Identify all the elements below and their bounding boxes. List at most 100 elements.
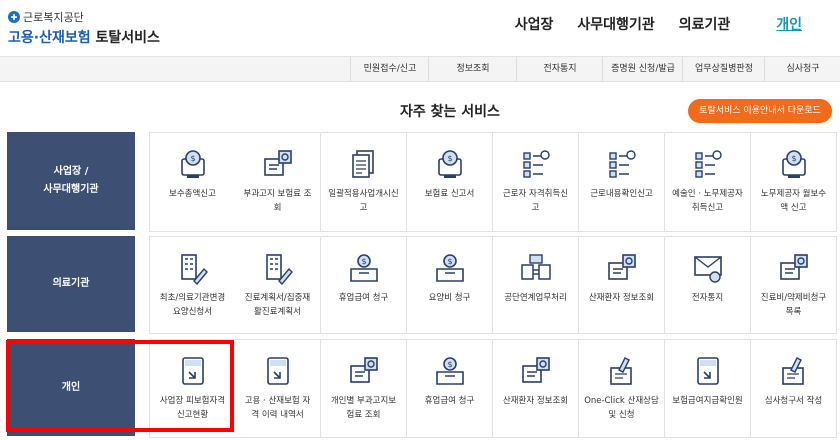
pen-doc-icon <box>777 354 811 388</box>
service-item-business-3[interactable]: 일괄적용사업개시신 고 <box>321 132 407 232</box>
service-item-label: 부과고지 보험료 조 회 <box>243 189 312 213</box>
service-item-label: 근로자 자격취득신 고 <box>502 189 569 213</box>
service-item-personal-3[interactable]: 개인별 부과고지보 험료 조회 <box>321 339 407 438</box>
row-label-text: 의료기관 <box>52 278 90 289</box>
document-search-icon <box>261 147 295 181</box>
building-pen-icon <box>261 251 295 286</box>
service-item-label: 요양비 청구 <box>428 293 471 303</box>
download-doc-icon <box>261 354 295 388</box>
checklist-icon <box>605 147 639 181</box>
coin-box-icon: $ <box>347 251 381 285</box>
row-label-business: 사업장 / 사무대행기관 <box>7 132 135 230</box>
download-doc-icon <box>691 354 725 388</box>
submenu-review[interactable]: 심사청구 <box>764 57 840 81</box>
service-item-label: 보험급여지급확인원 <box>672 396 743 406</box>
site-logo[interactable]: ✚ 근로복지공단 고용·산재보험 토탈서비스 <box>8 9 160 47</box>
service-item-label: 진료계획서/집중재 활진료계획서 <box>244 293 311 317</box>
nav-agency[interactable]: 사무대행기관 <box>577 14 654 34</box>
service-item-business-7[interactable]: 예술인 · 노무제공자 취득신고 <box>665 132 751 232</box>
service-item-personal-6[interactable]: One-Click 산재상담 및 신청 <box>579 339 665 438</box>
submenu-certificate[interactable]: 증명원 신청/발급 <box>602 57 683 81</box>
svg-text:$: $ <box>791 154 796 163</box>
service-item-medical-8[interactable]: 진료비/약제비청구 목록 <box>751 236 837 334</box>
nav-medical[interactable]: 의료기관 <box>679 14 731 34</box>
service-item-label: 휴업급여 청구 <box>338 293 389 303</box>
svg-text:$: $ <box>190 154 195 163</box>
svg-text:$: $ <box>447 360 452 369</box>
service-item-label: 휴업급여 청구 <box>424 396 475 406</box>
service-item-business-5[interactable]: 근로자 자격취득신 고 <box>493 132 579 232</box>
top-nav: 사업장 사무대행기관 의료기관 개인 <box>515 14 840 34</box>
service-item-label: 최초/의료기관변경 요양신청서 <box>159 293 226 317</box>
checklist-icon <box>519 147 553 181</box>
service-item-business-6[interactable]: 근로내용확인신고 <box>579 132 665 232</box>
exchange-icon <box>519 251 553 285</box>
guide-download-button[interactable]: 토탈서비스 이용안내서 다운로드 <box>688 99 832 123</box>
svg-text:$: $ <box>361 257 366 266</box>
service-item-medical-1[interactable]: 최초/의료기관변경 요양신청서 <box>149 236 236 334</box>
service-item-business-1[interactable]: $ 보수총액신고 <box>149 132 236 232</box>
service-item-personal-7[interactable]: 보험급여지급확인원 <box>665 339 751 438</box>
service-item-medical-2[interactable]: 진료계획서/집중재 활진료계획서 <box>235 236 321 334</box>
monitor-coin-icon: $ <box>777 147 811 181</box>
service-item-label: One-Click 산재상담 및 신청 <box>584 396 659 420</box>
submenu-civil[interactable]: 민원접수/신고 <box>350 57 429 81</box>
document-search-icon <box>605 251 639 285</box>
site-title: 고용·산재보험 토탈서비스 <box>8 27 160 47</box>
service-item-label: 산재환자 정보조회 <box>588 293 655 303</box>
monitor-coin-icon: $ <box>176 147 210 181</box>
service-item-medical-5[interactable]: 공단연계업무처리 <box>493 236 579 334</box>
site-title-service: 토탈서비스 <box>95 30 160 46</box>
highlight-box <box>6 340 234 432</box>
service-item-label: 공단연계업무처리 <box>504 293 567 303</box>
nav-personal[interactable]: 개인 <box>776 14 802 34</box>
service-item-business-2[interactable]: 부과고지 보험료 조 회 <box>235 132 321 232</box>
service-item-medical-3[interactable]: $ 휴업급여 청구 <box>321 236 407 334</box>
service-item-personal-5[interactable]: 산재환자 정보조회 <box>493 339 579 438</box>
pen-doc-icon <box>605 354 639 388</box>
service-item-personal-8[interactable]: 심사청구서 작성 <box>751 339 837 438</box>
coin-box-icon: $ <box>433 251 467 285</box>
logo-mark-icon: ✚ <box>8 11 20 23</box>
row-label-medical: 의료기관 <box>7 236 135 332</box>
service-item-label: 일괄적용사업개시신 고 <box>328 189 399 213</box>
org-name-line: ✚ 근로복지공단 <box>8 9 160 25</box>
nav-business[interactable]: 사업장 <box>515 14 554 34</box>
service-item-label: 보험료 신고서 <box>424 189 475 199</box>
building-pen-icon <box>176 251 210 286</box>
service-item-label: 예술인 · 노무제공자 취득신고 <box>672 189 743 213</box>
checklist-icon <box>691 147 725 181</box>
submenu-notice[interactable]: 전자통지 <box>516 57 603 81</box>
submenu-info[interactable]: 정보조회 <box>428 57 517 81</box>
coin-box-icon: $ <box>433 354 467 388</box>
service-item-business-8[interactable]: $ 노무제공자 월보수 액 신고 <box>751 132 837 232</box>
document-search-icon <box>347 354 381 388</box>
document-stack-icon <box>347 147 381 181</box>
service-item-label: 근로내용확인신고 <box>590 189 653 199</box>
monitor-coin-icon: $ <box>433 147 467 181</box>
service-item-label: 노무제공자 월보수 액 신고 <box>760 189 827 213</box>
service-item-label: 전자통지 <box>691 293 724 303</box>
service-item-medical-4[interactable]: $ 요양비 청구 <box>407 236 493 334</box>
service-item-label: 산재환자 정보조회 <box>502 396 569 406</box>
service-item-label: 개인별 부과고지보 험료 조회 <box>330 396 397 420</box>
service-item-medical-7[interactable]: 전자통지 <box>665 236 751 334</box>
service-item-label: 심사청구서 작성 <box>764 396 823 406</box>
sub-menu-bar: 민원접수/신고 정보조회 전자통지 증명원 신청/발급 업무상질병판정 심사청구 <box>0 56 840 82</box>
submenu-disease[interactable]: 업무상질병판정 <box>682 57 765 81</box>
org-name: 근로복지공단 <box>23 11 84 24</box>
document-search-icon <box>777 251 811 285</box>
svg-text:$: $ <box>447 257 452 266</box>
site-header: ✚ 근로복지공단 고용·산재보험 토탈서비스 사업장 사무대행기관 의료기관 개… <box>0 0 840 56</box>
service-item-personal-4[interactable]: $ 휴업급여 청구 <box>407 339 493 438</box>
service-item-medical-6[interactable]: 산재환자 정보조회 <box>579 236 665 334</box>
document-search-icon <box>519 354 553 388</box>
service-item-business-4[interactable]: $ 보험료 신고서 <box>407 132 493 232</box>
svg-text:$: $ <box>447 154 452 163</box>
service-item-label: 보수총액신고 <box>169 189 216 199</box>
mail-box-icon <box>691 251 725 285</box>
row-label-text: 사업장 / 사무대행기관 <box>43 166 99 195</box>
service-item-personal-2[interactable]: 고용 · 산재보험 자 격 이력 내역서 <box>235 339 321 438</box>
service-item-label: 고용 · 산재보험 자 격 이력 내역서 <box>244 396 311 420</box>
site-title-brand: 고용·산재보험 <box>8 30 91 46</box>
